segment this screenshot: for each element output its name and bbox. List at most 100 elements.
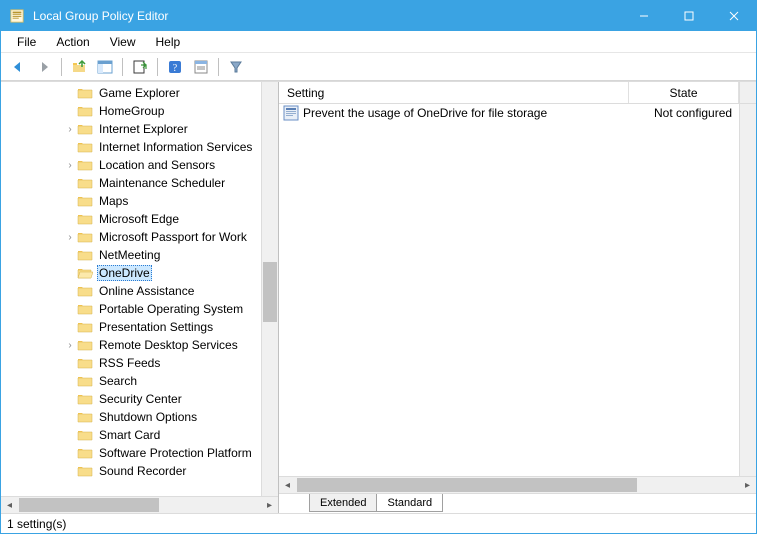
toolbar-separator xyxy=(61,58,62,76)
tree-item[interactable]: ›Microsoft Passport for Work xyxy=(61,228,278,246)
menu-view[interactable]: View xyxy=(100,33,146,51)
folder-icon xyxy=(77,302,93,316)
tree-item[interactable]: HomeGroup xyxy=(61,102,278,120)
app-icon xyxy=(9,8,25,24)
content: Game Explorer HomeGroup › Internet Explorer… xyxy=(1,81,756,513)
menu-help[interactable]: Help xyxy=(146,33,191,51)
tree-item[interactable]: Online Assistance xyxy=(61,282,278,300)
tree-item-label: Sound Recorder xyxy=(97,464,188,478)
show-hide-tree-button[interactable] xyxy=(94,56,116,78)
tree-item[interactable]: › Location and Sensors xyxy=(61,156,278,174)
help-button[interactable]: ? xyxy=(164,56,186,78)
back-button[interactable] xyxy=(7,56,29,78)
tree-item[interactable]: Software Protection Platform xyxy=(61,444,278,462)
menu-file[interactable]: File xyxy=(7,33,46,51)
folder-icon xyxy=(77,374,93,388)
tree-item-label: Location and Sensors xyxy=(97,158,217,172)
menu-action[interactable]: Action xyxy=(46,33,99,51)
scroll-right-icon[interactable]: ▸ xyxy=(261,497,278,513)
minimize-button[interactable] xyxy=(621,1,666,31)
properties-button[interactable] xyxy=(190,56,212,78)
window-title: Local Group Policy Editor xyxy=(33,9,621,23)
tree-body[interactable]: Game Explorer HomeGroup › Internet Explorer… xyxy=(1,82,278,496)
tree-item[interactable]: › Internet Explorer xyxy=(61,120,278,138)
folder-icon xyxy=(77,464,93,478)
tree-item-label: Smart Card xyxy=(97,428,162,442)
tree-item-label: RSS Feeds xyxy=(97,356,162,370)
window-buttons xyxy=(621,1,756,31)
tree-item[interactable]: › Remote Desktop Services xyxy=(61,336,278,354)
folder-icon xyxy=(77,356,93,370)
list-pane: Setting State Prevent the usage of OneDr… xyxy=(279,82,756,513)
tree-horizontal-scrollbar[interactable]: ◂ ▸ xyxy=(1,496,278,513)
scrollbar-thumb[interactable] xyxy=(263,262,277,322)
tree-item-label: HomeGroup xyxy=(97,104,166,118)
column-header-state[interactable]: State xyxy=(629,82,739,103)
forward-button[interactable] xyxy=(33,56,55,78)
filter-button[interactable] xyxy=(225,56,247,78)
tree-item[interactable]: RSS Feeds xyxy=(61,354,278,372)
scroll-right-icon[interactable]: ▸ xyxy=(739,477,756,493)
tree-item[interactable]: Portable Operating System xyxy=(61,300,278,318)
tree-item-label: Internet Information Services xyxy=(97,140,254,154)
up-button[interactable] xyxy=(68,56,90,78)
tree-item-label: Microsoft Edge xyxy=(97,212,181,226)
list-item[interactable]: Prevent the usage of OneDrive for file s… xyxy=(279,104,756,122)
folder-icon xyxy=(77,158,93,172)
column-header-setting[interactable]: Setting xyxy=(279,82,629,103)
folder-icon xyxy=(77,392,93,406)
tree-item[interactable]: Search xyxy=(61,372,278,390)
tree-item[interactable]: Presentation Settings xyxy=(61,318,278,336)
tree-item[interactable]: Sound Recorder xyxy=(61,462,278,480)
toolbar: ? xyxy=(1,53,756,81)
folder-icon xyxy=(77,248,93,262)
list-vertical-scrollbar[interactable] xyxy=(739,104,756,476)
tree-item[interactable]: Maps xyxy=(61,192,278,210)
status-text: 1 setting(s) xyxy=(7,517,66,531)
tree-item[interactable]: Microsoft Edge xyxy=(61,210,278,228)
expand-chevron-icon[interactable]: › xyxy=(63,124,77,135)
tree-item-label: Portable Operating System xyxy=(97,302,245,316)
close-button[interactable] xyxy=(711,1,756,31)
tree-item[interactable]: Smart Card xyxy=(61,426,278,444)
tree-item[interactable]: NetMeeting xyxy=(61,246,278,264)
tree-item[interactable]: OneDrive xyxy=(61,264,278,282)
tree-item[interactable]: Internet Information Services xyxy=(61,138,278,156)
tree-pane: Game Explorer HomeGroup › Internet Explorer… xyxy=(1,82,279,513)
folder-icon xyxy=(77,446,93,460)
tree-item-label: Game Explorer xyxy=(97,86,182,100)
tree-vertical-scrollbar[interactable] xyxy=(261,82,278,496)
tree-item[interactable]: Maintenance Scheduler xyxy=(61,174,278,192)
tab-extended[interactable]: Extended xyxy=(309,494,377,512)
export-list-button[interactable] xyxy=(129,56,151,78)
scrollbar-thumb[interactable] xyxy=(19,498,159,512)
tree-item-label: Internet Explorer xyxy=(97,122,190,136)
list-horizontal-scrollbar[interactable]: ◂ ▸ xyxy=(279,476,756,493)
tree-item-label: NetMeeting xyxy=(97,248,162,262)
statusbar: 1 setting(s) xyxy=(1,513,756,533)
expand-chevron-icon[interactable]: › xyxy=(63,160,77,171)
folder-icon xyxy=(77,86,93,100)
scrollbar-thumb[interactable] xyxy=(297,478,637,492)
tabstrip: Extended Standard xyxy=(279,493,756,513)
toolbar-separator xyxy=(218,58,219,76)
scroll-left-icon[interactable]: ◂ xyxy=(1,497,18,513)
folder-icon xyxy=(77,140,93,154)
tree-item[interactable]: Game Explorer xyxy=(61,84,278,102)
list-body[interactable]: Prevent the usage of OneDrive for file s… xyxy=(279,104,756,476)
tree-item-label: Remote Desktop Services xyxy=(97,338,240,352)
tree-item-label: Online Assistance xyxy=(97,284,196,298)
folder-icon xyxy=(77,338,93,352)
maximize-button[interactable] xyxy=(666,1,711,31)
folder-icon xyxy=(77,122,93,136)
expand-chevron-icon[interactable]: › xyxy=(63,232,77,243)
tree-item-label: Maintenance Scheduler xyxy=(97,176,227,190)
expand-chevron-icon[interactable]: › xyxy=(63,340,77,351)
scroll-left-icon[interactable]: ◂ xyxy=(279,477,296,493)
toolbar-separator xyxy=(157,58,158,76)
folder-icon xyxy=(77,428,93,442)
tree-item[interactable]: Shutdown Options xyxy=(61,408,278,426)
tree-item[interactable]: Security Center xyxy=(61,390,278,408)
tab-standard[interactable]: Standard xyxy=(376,494,443,512)
folder-icon xyxy=(77,284,93,298)
